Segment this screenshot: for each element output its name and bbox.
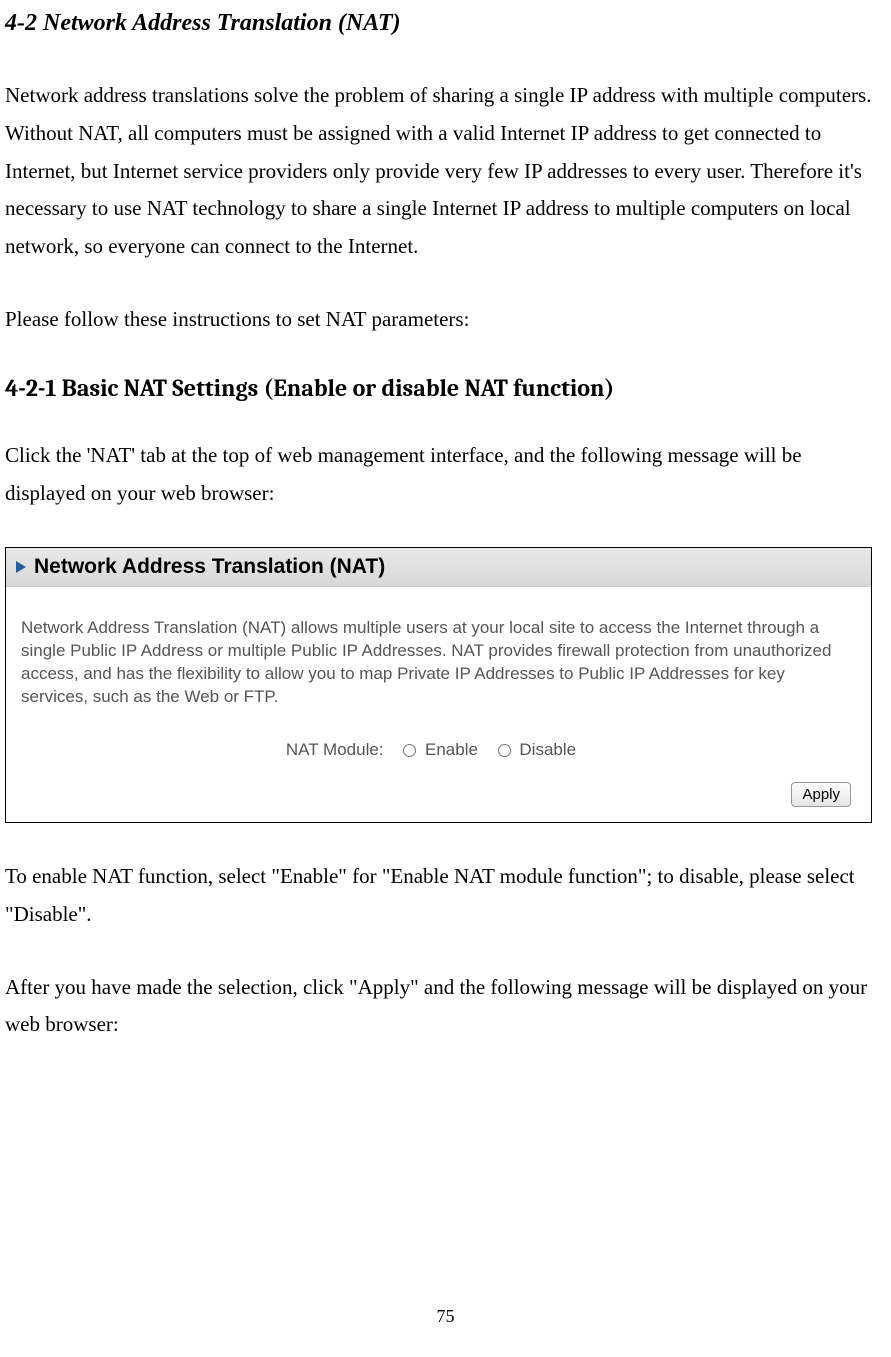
disable-radio[interactable] [498, 744, 511, 757]
apply-row: Apply [21, 782, 856, 807]
nat-screenshot-panel: Network Address Translation (NAT) Networ… [5, 547, 872, 823]
enable-radio[interactable] [403, 744, 416, 757]
nat-module-row: NAT Module: Enable Disable [21, 739, 856, 762]
disable-option[interactable]: Disable [498, 740, 576, 759]
apply-button[interactable]: Apply [791, 782, 851, 807]
apply-instruction-paragraph: After you have made the selection, click… [5, 969, 886, 1045]
panel-header: Network Address Translation (NAT) [6, 548, 871, 587]
panel-body: Network Address Translation (NAT) allows… [6, 587, 871, 822]
enable-label: Enable [425, 740, 478, 759]
enable-option[interactable]: Enable [403, 740, 482, 759]
enable-instruction-paragraph: To enable NAT function, select "Enable" … [5, 858, 886, 934]
nat-module-label: NAT Module: [286, 740, 384, 759]
intro-paragraph-2: Please follow these instructions to set … [5, 301, 886, 339]
instruction-paragraph: Click the 'NAT' tab at the top of web ma… [5, 437, 886, 513]
disable-label: Disable [519, 740, 576, 759]
intro-paragraph-1: Network address translations solve the p… [5, 77, 886, 266]
section-heading: 4-2 Network Address Translation (NAT) [5, 10, 886, 37]
panel-description: Network Address Translation (NAT) allows… [21, 617, 856, 709]
panel-title: Network Address Translation (NAT) [34, 555, 385, 579]
page-number: 75 [0, 1306, 891, 1327]
triangle-icon [16, 561, 26, 573]
subsection-heading: 4-2-1 Basic NAT Settings (Enable or disa… [5, 374, 886, 402]
